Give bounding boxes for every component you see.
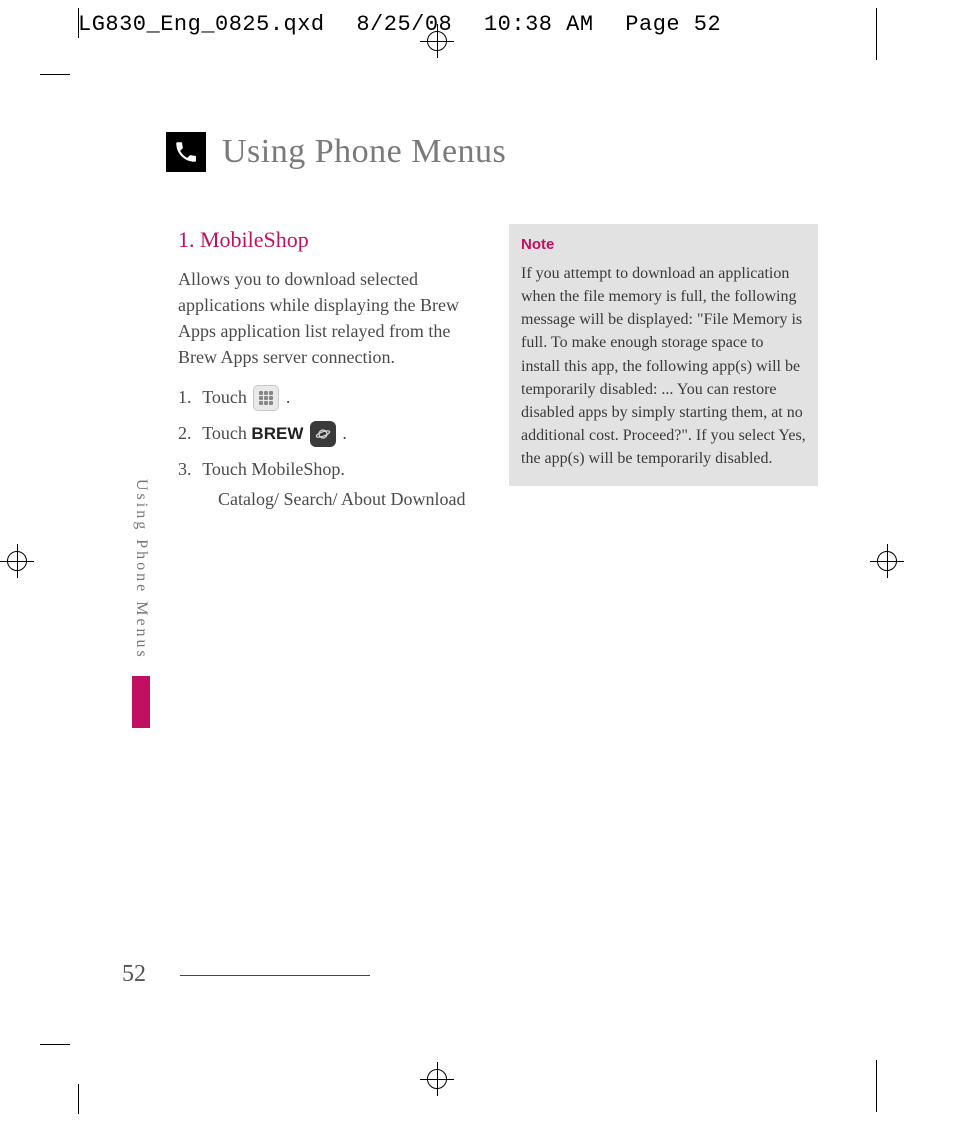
section-heading: 1. MobileShop — [178, 224, 487, 256]
content-columns: 1. MobileShop Allows you to download sel… — [178, 224, 818, 520]
crop-mark — [40, 1044, 70, 1045]
registration-mark-left — [0, 544, 34, 578]
prepress-slug: LG830_Eng_0825.qxd 8/25/08 10:38 AM Page… — [78, 12, 739, 37]
side-tab-label: Using Phone Menus — [132, 479, 150, 670]
step-3: 3. Touch MobileShop. Catalog/ Search/ Ab… — [178, 456, 487, 512]
step-number: 1. — [178, 384, 198, 410]
step-subtext: Catalog/ Search/ About Download — [218, 486, 487, 512]
step-text-post: . — [342, 423, 347, 443]
slug-time: 10:38 AM — [484, 12, 594, 37]
registration-mark-bottom — [420, 1062, 454, 1096]
slug-page: Page 52 — [625, 12, 721, 37]
brew-planet-icon — [310, 421, 336, 447]
crop-mark — [876, 1060, 877, 1112]
side-tab: Using Phone Menus — [132, 479, 150, 728]
step-number: 2. — [178, 420, 198, 446]
folio-rule — [180, 975, 370, 976]
crop-mark — [40, 74, 70, 75]
step-bold: BREW — [251, 424, 303, 443]
step-text-pre: Touch — [202, 387, 251, 407]
side-tab-bar — [132, 676, 150, 728]
phone-icon — [166, 132, 206, 172]
step-text-post: . — [286, 387, 291, 407]
step-text-pre: Touch MobileShop. — [202, 459, 345, 479]
step-2: 2. Touch BREW . — [178, 420, 487, 448]
step-1: 1. Touch . — [178, 384, 487, 412]
apps-grid-icon — [253, 385, 279, 411]
note-heading: Note — [521, 234, 806, 256]
crop-mark — [78, 8, 79, 38]
slug-file: LG830_Eng_0825.qxd — [78, 12, 325, 37]
note-box: Note If you attempt to download an appli… — [509, 224, 818, 486]
page-body: Using Phone Menus 1. MobileShop Allows y… — [78, 74, 878, 1044]
registration-mark-top — [420, 24, 454, 58]
section-intro: Allows you to download selected applicat… — [178, 266, 487, 370]
chapter-title: Using Phone Menus — [222, 133, 506, 171]
step-number: 3. — [178, 456, 198, 482]
page-number: 52 — [122, 961, 146, 988]
crop-mark — [876, 8, 877, 60]
note-body: If you attempt to download an applicatio… — [521, 265, 806, 468]
step-text-pre: Touch — [202, 423, 251, 443]
right-column: Note If you attempt to download an appli… — [509, 224, 818, 520]
chapter-header: Using Phone Menus — [166, 132, 506, 172]
left-column: 1. MobileShop Allows you to download sel… — [178, 224, 487, 520]
crop-mark — [78, 1084, 79, 1114]
